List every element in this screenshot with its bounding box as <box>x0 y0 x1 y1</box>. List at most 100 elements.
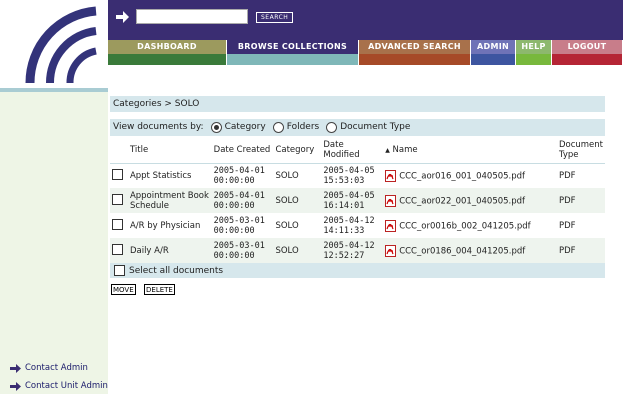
created-time: 00:00:00 <box>213 225 255 236</box>
search-button[interactable]: SEARCH <box>256 12 294 23</box>
row-filename[interactable]: CCC_aor016_001_040505.pdf <box>399 171 525 181</box>
pdf-icon <box>385 169 397 182</box>
row-name[interactable]: CCC_or0016b_002_041205.pdf <box>383 213 557 238</box>
created-date: 2005-03-01 <box>213 240 265 251</box>
row-date-created: 2005-03-01 00:00:00 <box>212 213 274 238</box>
row-name[interactable]: CCC_aor016_001_040505.pdf <box>383 163 557 188</box>
nav-strip-segment <box>552 54 623 65</box>
row-checkbox[interactable] <box>112 193 123 205</box>
table-row[interactable]: Daily A/R 2005-03-01 00:00:00 SOLO 2005-04-1… <box>110 238 605 263</box>
nav-color-strip <box>108 54 623 65</box>
radio-category[interactable] <box>210 122 222 133</box>
radio-document-type[interactable] <box>326 122 338 133</box>
delete-button[interactable]: DELETE <box>144 284 175 295</box>
nav-strip-segment <box>227 54 359 65</box>
created-date: 2005-04-01 <box>213 165 265 176</box>
select-all-label: Select all documents <box>129 265 224 276</box>
header-category[interactable]: Category <box>273 137 321 163</box>
search-input[interactable] <box>136 9 248 24</box>
contact-admin-link[interactable]: Contact Admin <box>10 363 88 373</box>
nav-browse-collections[interactable]: BROWSE COLLECTIONS <box>227 40 359 54</box>
main-navigation: DASHBOARD BROWSE COLLECTIONS ADVANCED SEAR… <box>108 40 623 54</box>
header-date-created[interactable]: Date Created <box>212 137 274 163</box>
nav-help[interactable]: HELP <box>516 40 552 54</box>
row-checkbox-cell <box>110 213 128 238</box>
left-sidebar: Contact Admin Contact Unit Admin <box>0 0 108 394</box>
go-arrow-icon[interactable] <box>115 10 129 24</box>
pdf-icon <box>385 194 397 207</box>
modified-date: 2005-04-05 <box>323 165 375 176</box>
row-date-created: 2005-04-01 00:00:00 <box>212 188 274 213</box>
table-row[interactable]: Appointment Book Schedule 2005-04-01 00:00… <box>110 188 605 213</box>
modified-time: 14:11:33 <box>323 225 365 236</box>
radio-folders[interactable] <box>272 122 284 133</box>
created-date: 2005-03-01 <box>213 215 265 226</box>
row-title[interactable]: Daily A/R <box>128 238 212 263</box>
nav-logout[interactable]: LOGOUT <box>552 40 623 54</box>
view-by-label: View documents by: <box>113 122 204 132</box>
nav-strip-segment <box>108 54 227 65</box>
row-name[interactable]: CCC_or0186_004_041205.pdf <box>383 238 557 263</box>
row-date-modified: 2005-04-05 15:53:03 <box>321 163 383 188</box>
header-date-modified[interactable]: Date Modified <box>321 137 383 163</box>
breadcrumb: Categories > SOLO <box>110 96 605 112</box>
table-header-row: Title Date Created Category Date Modifie… <box>110 137 605 163</box>
sort-indicator-icon: ▲ <box>385 146 390 154</box>
logo <box>0 0 108 88</box>
nav-strip-segment <box>516 54 552 65</box>
row-filename[interactable]: CCC_aor022_001_040505.pdf <box>399 196 525 206</box>
row-filename[interactable]: CCC_or0186_004_041205.pdf <box>399 246 525 256</box>
arrow-right-icon <box>10 363 21 373</box>
row-date-created: 2005-03-01 00:00:00 <box>212 238 274 263</box>
nav-strip-segment <box>471 54 516 65</box>
row-checkbox-cell <box>110 163 128 188</box>
row-checkbox-cell <box>110 238 128 263</box>
table-row[interactable]: A/R by Physician 2005-03-01 00:00:00 SOLO 20… <box>110 213 605 238</box>
sidebar-divider <box>0 88 108 92</box>
table-row[interactable]: Appt Statistics 2005-04-01 00:00:00 SOLO 200… <box>110 163 605 188</box>
created-time: 00:00:00 <box>213 200 255 211</box>
created-time: 00:00:00 <box>213 250 255 261</box>
row-checkbox[interactable] <box>112 243 123 255</box>
modified-date: 2005-04-12 <box>323 240 375 251</box>
contact-unit-admin-link[interactable]: Contact Unit Admin <box>10 381 108 391</box>
radio-document-type-label[interactable]: Document Type <box>340 119 410 136</box>
header-title[interactable]: Title <box>128 137 212 163</box>
nav-advanced-search[interactable]: ADVANCED SEARCH <box>359 40 471 54</box>
select-all-bar: Select all documents <box>110 263 605 278</box>
contact-unit-admin-label: Contact Unit Admin <box>25 381 108 391</box>
row-category: SOLO <box>275 245 299 256</box>
view-by-bar: View documents by: Category Folders Docu… <box>110 119 605 136</box>
row-title[interactable]: A/R by Physician <box>128 213 212 238</box>
row-date-modified: 2005-04-12 14:11:33 <box>321 213 383 238</box>
header-name[interactable]: ▲ Name <box>383 137 557 163</box>
header-checkbox-col <box>110 137 128 163</box>
row-checkbox[interactable] <box>112 218 123 230</box>
nav-admin[interactable]: ADMIN <box>471 40 516 54</box>
row-title[interactable]: Appointment Book Schedule <box>128 188 212 213</box>
row-category: SOLO <box>275 170 299 181</box>
header-document-type[interactable]: Document Type <box>557 137 605 163</box>
modified-date: 2005-04-05 <box>323 190 375 201</box>
row-doc-type: PDF <box>558 245 576 256</box>
modified-time: 16:14:01 <box>323 200 365 211</box>
row-checkbox[interactable] <box>112 168 123 180</box>
move-button[interactable]: MOVE <box>111 284 136 295</box>
modified-time: 12:52:27 <box>323 250 365 261</box>
created-date: 2005-04-01 <box>213 190 265 201</box>
documents-table: Title Date Created Category Date Modifie… <box>110 137 605 263</box>
radio-folders-label[interactable]: Folders <box>287 119 320 136</box>
row-name[interactable]: CCC_aor022_001_040505.pdf <box>383 188 557 213</box>
arrow-right-icon <box>10 381 21 391</box>
row-doc-type: PDF <box>558 220 576 231</box>
select-all-checkbox[interactable] <box>114 265 125 276</box>
top-header-bar: SEARCH <box>108 0 623 40</box>
header-name-label: Name <box>392 144 418 155</box>
row-title[interactable]: Appt Statistics <box>128 163 212 188</box>
radio-category-label[interactable]: Category <box>225 119 266 136</box>
modified-date: 2005-04-12 <box>323 215 375 226</box>
nav-dashboard[interactable]: DASHBOARD <box>108 40 227 54</box>
row-filename[interactable]: CCC_or0016b_002_041205.pdf <box>399 221 530 231</box>
nav-strip-segment <box>359 54 471 65</box>
row-checkbox-cell <box>110 188 128 213</box>
